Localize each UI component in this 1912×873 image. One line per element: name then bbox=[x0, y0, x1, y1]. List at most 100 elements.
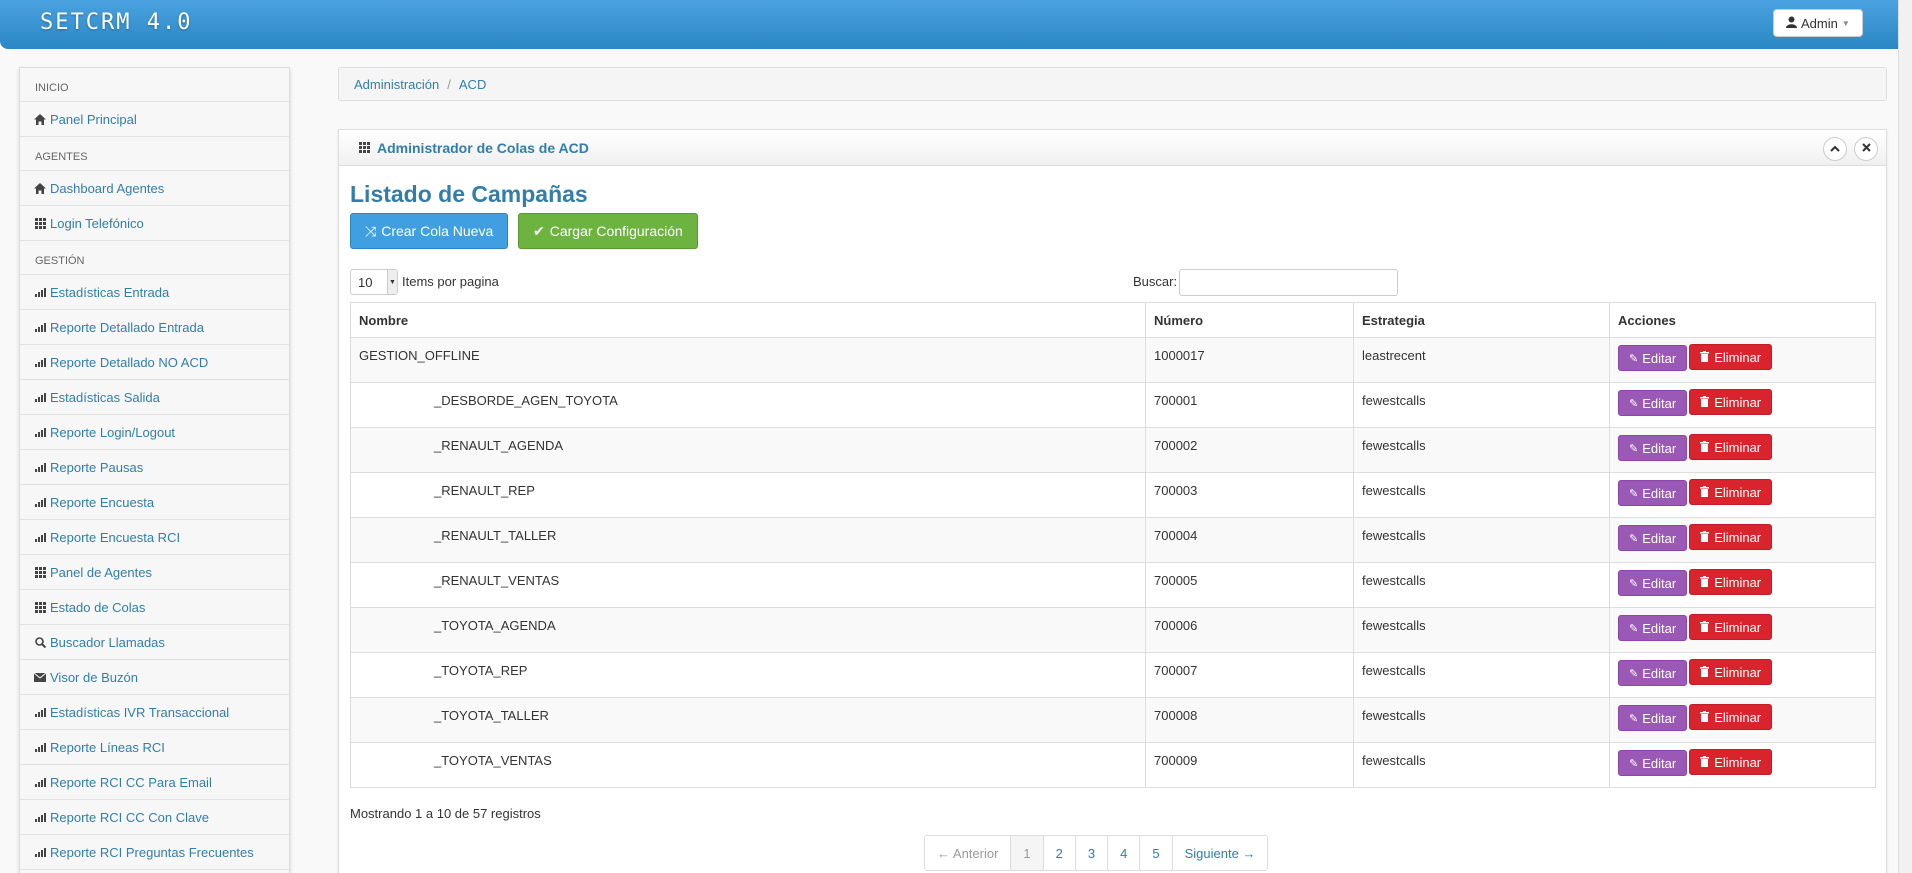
sidebar-item-reporte-rci-cc-para-email[interactable]: Reporte RCI CC Para Email bbox=[20, 765, 289, 800]
collapse-button[interactable] bbox=[1823, 137, 1847, 161]
sidebar-item-reporte-lineas-rci[interactable]: Reporte Líneas RCI bbox=[20, 730, 289, 765]
delete-button[interactable]: Eliminar bbox=[1689, 524, 1773, 550]
user-menu-button[interactable]: Admin ▼ bbox=[1773, 9, 1863, 37]
close-button[interactable] bbox=[1854, 137, 1878, 161]
table-row: _TOYOTA_TALLER 700008 fewestcalls ✎ Edit… bbox=[350, 697, 1876, 743]
delete-label: Eliminar bbox=[1714, 529, 1762, 545]
sidebar-item-label: Estadísticas Salida bbox=[50, 389, 160, 405]
grid-icon bbox=[359, 142, 370, 153]
sidebar-item-estadisticas-salida[interactable]: Estadísticas Salida bbox=[20, 380, 289, 415]
queues-table: Nombre Número Estrategia Acciones GESTIO… bbox=[350, 302, 1876, 788]
sidebar-item-estadisticas-entrada[interactable]: Estadísticas Entrada bbox=[20, 275, 289, 310]
sidebar-item-login-telefonico[interactable]: Login Telefónico bbox=[20, 206, 289, 241]
sidebar-item-reporte-detallado-no-acd[interactable]: Reporte Detallado NO ACD bbox=[20, 345, 289, 380]
cell-numero: 700007 bbox=[1145, 652, 1354, 698]
column-header-estrategia[interactable]: Estrategia bbox=[1353, 302, 1610, 338]
pagination-page-3[interactable]: 3 bbox=[1075, 836, 1109, 870]
sidebar-item-label: Panel Principal bbox=[50, 111, 137, 127]
edit-button[interactable]: ✎ Editar bbox=[1618, 615, 1688, 641]
edit-button[interactable]: ✎ Editar bbox=[1618, 750, 1688, 776]
pagination-next[interactable]: Siguiente → bbox=[1172, 836, 1268, 870]
delete-button[interactable]: Eliminar bbox=[1689, 704, 1773, 730]
cell-estrategia: fewestcalls bbox=[1353, 742, 1610, 788]
edit-button[interactable]: ✎ Editar bbox=[1618, 435, 1688, 461]
load-config-button[interactable]: ✔ Cargar Configuración bbox=[518, 213, 698, 249]
sidebar-item-reporte-rci-preguntas-frecuentes[interactable]: Reporte RCI Preguntas Frecuentes bbox=[20, 835, 289, 870]
delete-button[interactable]: Eliminar bbox=[1689, 569, 1773, 595]
delete-button[interactable]: Eliminar bbox=[1689, 659, 1773, 685]
delete-button[interactable]: Eliminar bbox=[1689, 389, 1773, 415]
edit-label: Editar bbox=[1642, 485, 1677, 501]
edit-button[interactable]: ✎ Editar bbox=[1618, 390, 1688, 416]
delete-button[interactable]: Eliminar bbox=[1689, 749, 1773, 775]
edit-button[interactable]: ✎ Editar bbox=[1618, 705, 1688, 731]
edit-button[interactable]: ✎ Editar bbox=[1618, 525, 1688, 551]
edit-icon: ✎ bbox=[1629, 397, 1639, 410]
sidebar-item-reporte-login-logout[interactable]: Reporte Login/Logout bbox=[20, 415, 289, 450]
sidebar-item-estado-de-colas[interactable]: Estado de Colas bbox=[20, 590, 289, 625]
sidebar-item-label: Estadísticas Entrada bbox=[50, 284, 170, 300]
page-scrollbar[interactable] bbox=[1898, 0, 1912, 873]
delete-button[interactable]: Eliminar bbox=[1689, 479, 1773, 505]
cell-estrategia: fewestcalls bbox=[1353, 382, 1610, 428]
breadcrumb-item-acd[interactable]: ACD bbox=[459, 77, 486, 92]
trash-icon bbox=[1700, 485, 1710, 500]
edit-icon: ✎ bbox=[1629, 757, 1639, 770]
sidebar-item-buscador-llamadas[interactable]: Buscador Llamadas bbox=[20, 625, 289, 660]
sidebar-item-visor-de-buzon[interactable]: Visor de Buzón bbox=[20, 660, 289, 695]
delete-label: Eliminar bbox=[1714, 664, 1762, 680]
page-size-select[interactable]: 10 ▼ bbox=[350, 269, 398, 295]
check-icon: ✔ bbox=[533, 222, 545, 239]
edit-button[interactable]: ✎ Editar bbox=[1618, 660, 1688, 686]
breadcrumb-item-administracion[interactable]: Administración bbox=[354, 77, 439, 92]
cell-acciones: ✎ Editar Eliminar bbox=[1609, 382, 1876, 428]
pagination-page-2[interactable]: 2 bbox=[1043, 836, 1076, 870]
pagination-prev[interactable]: ← Anterior bbox=[925, 836, 1012, 870]
pagination-page-5[interactable]: 5 bbox=[1140, 836, 1173, 870]
table-header-row: Nombre Número Estrategia Acciones bbox=[350, 302, 1876, 338]
delete-button[interactable]: Eliminar bbox=[1689, 614, 1773, 640]
delete-button[interactable]: Eliminar bbox=[1689, 434, 1773, 460]
edit-button[interactable]: ✎ Editar bbox=[1618, 570, 1688, 596]
delete-button[interactable]: Eliminar bbox=[1689, 344, 1773, 370]
sidebar-item-dashboard-agentes[interactable]: Dashboard Agentes bbox=[20, 171, 289, 206]
sidebar-item-label: Reporte Login/Logout bbox=[50, 424, 176, 440]
create-queue-button[interactable]: ⤨ Crear Cola Nueva bbox=[350, 213, 509, 249]
edit-button[interactable]: ✎ Editar bbox=[1618, 345, 1688, 371]
column-header-nombre[interactable]: Nombre bbox=[350, 302, 1146, 338]
cell-nombre: _TOYOTA_VENTAS bbox=[350, 742, 1146, 788]
delete-label: Eliminar bbox=[1714, 484, 1762, 500]
sidebar-item-estadisticas-ivr-transaccional[interactable]: Estadísticas IVR Transaccional bbox=[20, 695, 289, 730]
column-header-numero[interactable]: Número bbox=[1145, 302, 1354, 338]
pagination-page-1[interactable]: 1 bbox=[1011, 836, 1044, 870]
table-row: _RENAULT_REP 700003 fewestcalls ✎ Editar… bbox=[350, 472, 1876, 518]
home-icon bbox=[33, 182, 47, 194]
sidebar-item-label: Visor de Buzón bbox=[50, 669, 138, 685]
sidebar-item-panel-principal[interactable]: Panel Principal bbox=[20, 102, 289, 137]
sidebar-item-reporte-rci-cc-con-clave[interactable]: Reporte RCI CC Con Clave bbox=[20, 800, 289, 835]
edit-button[interactable]: ✎ Editar bbox=[1618, 480, 1688, 506]
trash-icon bbox=[1700, 395, 1710, 410]
sidebar-item-reporte-detallado-entrada[interactable]: Reporte Detallado Entrada bbox=[20, 310, 289, 345]
delete-label: Eliminar bbox=[1714, 349, 1762, 365]
bar-chart-icon bbox=[33, 812, 47, 822]
sidebar-section-header: GESTIÓN bbox=[20, 241, 289, 275]
cell-acciones: ✎ Editar Eliminar bbox=[1609, 562, 1876, 608]
sidebar-item-reporte-encuesta-rci[interactable]: Reporte Encuesta RCI bbox=[20, 520, 289, 555]
panel-title: Administrador de Colas de ACD bbox=[377, 139, 589, 156]
breadcrumb: Administración / ACD bbox=[338, 67, 1887, 101]
search-input[interactable] bbox=[1179, 269, 1398, 296]
brand-logo[interactable]: SETCRM 4.0 bbox=[40, 10, 192, 35]
cell-acciones: ✎ Editar Eliminar bbox=[1609, 337, 1876, 383]
sidebar-item-reporte-pausas[interactable]: Reporte Pausas bbox=[20, 450, 289, 485]
pagination-page-4[interactable]: 4 bbox=[1108, 836, 1141, 870]
cell-estrategia: fewestcalls bbox=[1353, 562, 1610, 608]
sidebar-item-reporte-encuesta[interactable]: Reporte Encuesta bbox=[20, 485, 289, 520]
cell-numero: 700001 bbox=[1145, 382, 1354, 428]
table-row: _TOYOTA_VENTAS 700009 fewestcalls ✎ Edit… bbox=[350, 742, 1876, 788]
sidebar-item-panel-de-agentes[interactable]: Panel de Agentes bbox=[20, 555, 289, 590]
trash-icon bbox=[1700, 620, 1710, 635]
page-size-value: 10 bbox=[358, 274, 373, 290]
caret-down-icon: ▼ bbox=[1841, 18, 1850, 28]
pagination: ← Anterior 1 2 3 4 5 Siguiente → bbox=[924, 835, 1269, 871]
